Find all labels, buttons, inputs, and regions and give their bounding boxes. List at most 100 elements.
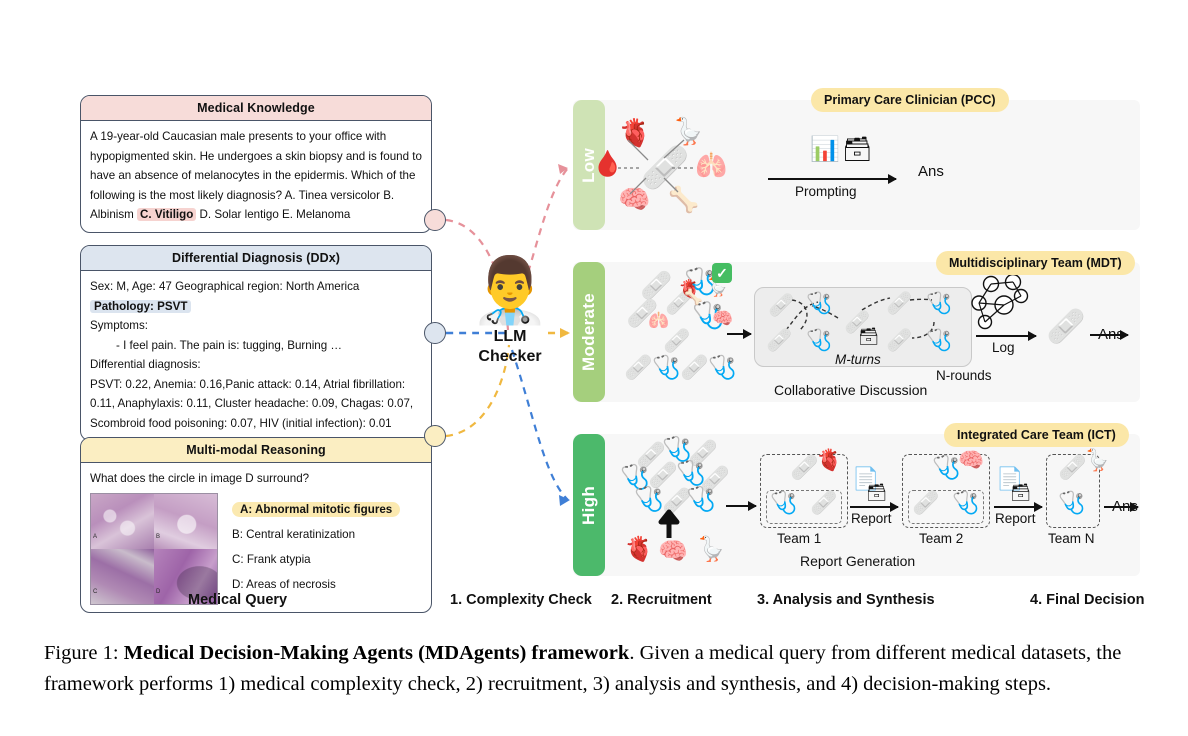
team-label-1: Team 1 bbox=[777, 531, 822, 546]
crowd-icon-10: 🩺 bbox=[686, 486, 716, 513]
mmr-option-c: C: Frank atypia bbox=[232, 552, 311, 566]
team-1-organ-heart-icon: 🫀 bbox=[816, 449, 843, 472]
answer-label-low: Ans bbox=[918, 163, 944, 180]
bone-icon-low: 🦴 bbox=[668, 186, 700, 214]
team-2-member-1-icon: 🩹 bbox=[912, 490, 940, 515]
doctor-with-clipboard-icon: 👨‍⚕️ bbox=[470, 254, 550, 326]
clinician-icon-mod-9: 🩹 bbox=[680, 354, 709, 380]
llm-checker-label-line1: LLM bbox=[493, 328, 527, 345]
crowd-icon-5: 🩹 bbox=[648, 462, 678, 489]
arrow-report-2 bbox=[994, 502, 1043, 512]
ddx-line-dx-2: 0.11, Anaphylaxis: 0.11, Cluster headach… bbox=[90, 397, 414, 410]
connector-dot-medical-knowledge bbox=[424, 209, 446, 231]
discussant-icon-5: 🩹 bbox=[886, 292, 913, 315]
card-body: A 19-year-old Caucasian male presents to… bbox=[81, 121, 431, 232]
tile-label: C bbox=[93, 589, 98, 595]
arrow-report-1 bbox=[850, 502, 899, 512]
mmr-option-a-label: A: Abnormal mitotic figures bbox=[232, 501, 401, 517]
clinician-icon-mod-7: 🩹 bbox=[624, 354, 653, 380]
query-card-differential-diagnosis: Differential Diagnosis (DDx) Sex: M, Age… bbox=[80, 245, 432, 441]
llm-checker-label: LLM Checker bbox=[455, 327, 565, 367]
llm-checker-label-line2: Checker bbox=[478, 348, 542, 365]
brain-icon-high: 🧠 bbox=[658, 538, 688, 565]
stage-label-medical-query: Medical Query bbox=[188, 592, 288, 608]
brain-icon-mod: 🧠 bbox=[712, 309, 734, 328]
mk-text-after: D. Solar lentigo E. Melanoma bbox=[196, 208, 351, 221]
caption-bold: Medical Decision-Making Agents (MDAgents… bbox=[123, 642, 630, 664]
heart-icon-high: 🫀 bbox=[624, 536, 654, 563]
mmr-question: What does the circle in image D surround… bbox=[90, 472, 310, 485]
clinician-icon-mod-10: 🩺 bbox=[708, 354, 737, 380]
discussant-icon-3: 🩹 bbox=[766, 329, 793, 352]
team-1-member-2-icon: 🩹 bbox=[810, 490, 838, 515]
complexity-bar-moderate: Moderate bbox=[573, 262, 605, 402]
dashboard-icon-low: 📊 bbox=[810, 136, 840, 163]
kidneys-icon-low: 🪿 bbox=[672, 116, 705, 146]
team-2-member-2-icon: 🩺 bbox=[952, 490, 980, 515]
team-1-member-1-icon: 🩺 bbox=[770, 490, 798, 515]
lungs-icon-low: 🫁 bbox=[695, 150, 728, 180]
figure-caption: Figure 1: Medical Decision-Making Agents… bbox=[44, 638, 1144, 700]
ddx-line-symptoms-header: Symptoms: bbox=[90, 319, 148, 332]
team-label-2: Team 2 bbox=[919, 531, 964, 546]
team-2-lead-icon: 🩺 bbox=[932, 454, 961, 480]
mmr-options-list: A: Abnormal mitotic figures B: Central k… bbox=[232, 493, 401, 597]
final-decision-agent-icon-mod: 🩹 bbox=[1046, 308, 1086, 344]
report-label-2: Report bbox=[995, 511, 1036, 526]
complexity-level-label: Moderate bbox=[579, 293, 598, 371]
team-n-member-icon: 🩺 bbox=[1058, 490, 1086, 515]
database-icon-high-2: 🗃 bbox=[1010, 483, 1032, 502]
discussant-icon-4: 🩺 bbox=[806, 329, 833, 352]
clinician-icon-low: 🩹 bbox=[640, 146, 690, 190]
rounds-label-n-rounds: N-rounds bbox=[936, 368, 992, 383]
discussant-icon-6: 🩺 bbox=[926, 292, 953, 315]
ddx-line-pathology: Pathology: PSVT bbox=[90, 297, 422, 317]
arrow-to-team-1 bbox=[726, 501, 757, 511]
discussant-icon-8: 🩺 bbox=[926, 329, 953, 352]
ddx-line-dx-3: Scombroid food poisoning: 0.07, HIV (ini… bbox=[90, 416, 392, 430]
clinician-icon-mod-8: 🩺 bbox=[652, 354, 681, 380]
arrow-log bbox=[976, 331, 1037, 341]
histology-image-grid: A B C D bbox=[90, 492, 218, 605]
box-label-m-turns: M-turns bbox=[835, 352, 881, 367]
collaborative-discussion-caption: Collaborative Discussion bbox=[774, 382, 928, 398]
ddx-line-dx-header: Differential diagnosis: bbox=[90, 358, 201, 371]
answer-label-high: Ans bbox=[1112, 498, 1138, 515]
histology-tile-c: C bbox=[91, 548, 154, 604]
process-label-log: Log bbox=[992, 340, 1015, 355]
complexity-level-label: High bbox=[579, 485, 598, 525]
connector-dot-differential-diagnosis bbox=[424, 322, 446, 344]
check-mark-icon: ✓ bbox=[712, 263, 732, 283]
team-n-lead-icon: 🩹 bbox=[1058, 454, 1087, 480]
team-1-lead-icon: 🩹 bbox=[790, 454, 819, 480]
report-label-1: Report bbox=[851, 511, 892, 526]
llm-checker: 👨‍⚕️ LLM Checker bbox=[455, 255, 565, 367]
ddx-line-dx-1: PSVT: 0.22, Anemia: 0.16,Panic attack: 0… bbox=[90, 377, 406, 391]
discussant-icon-7: 🩹 bbox=[886, 329, 913, 352]
ddx-line-demographics: Sex: M, Age: 47 Geographical region: Nor… bbox=[90, 280, 360, 293]
process-label-prompting: Prompting bbox=[795, 184, 857, 199]
kidneys-icon-high: 🪿 bbox=[696, 536, 726, 563]
arrow-prompting bbox=[768, 174, 897, 184]
badge-primary-care-clinician: Primary Care Clinician (PCC) bbox=[811, 88, 1009, 112]
tile-label: D bbox=[156, 589, 161, 595]
team-2-organ-brain-icon: 🧠 bbox=[958, 449, 985, 472]
discussant-icon-2: 🩺 bbox=[806, 292, 833, 315]
ddx-line-symptom: - I feel pain. The pain is: tugging, Bur… bbox=[116, 338, 342, 352]
badge-multidisciplinary-team: Multidisciplinary Team (MDT) bbox=[936, 251, 1135, 275]
blood-drop-icon-low: 🩸 bbox=[592, 150, 624, 178]
arrow-to-discussion bbox=[727, 329, 752, 339]
histology-tile-a: A bbox=[91, 493, 154, 549]
card-title: Differential Diagnosis (DDx) bbox=[81, 246, 431, 271]
figure-diagram: Medical Knowledge A 19-year-old Caucasia… bbox=[0, 0, 1188, 628]
card-body: Sex: M, Age: 47 Geographical region: Nor… bbox=[81, 271, 431, 440]
lungs-icon-mod: 🫁 bbox=[648, 311, 670, 330]
card-title: Multi-modal Reasoning bbox=[81, 438, 431, 463]
clinician-icon-mod-6: 🩹 bbox=[663, 328, 691, 353]
card-title: Medical Knowledge bbox=[81, 96, 431, 121]
stage-label-complexity-check: 1. Complexity Check bbox=[450, 592, 592, 608]
ddx-highlight-pathology: Pathology: PSVT bbox=[90, 299, 192, 313]
team-n-organ-kidneys-icon: 🪿 bbox=[1084, 449, 1111, 472]
heart-icon-low: 🫀 bbox=[618, 118, 652, 148]
discussant-icon-1: 🩹 bbox=[768, 294, 795, 317]
